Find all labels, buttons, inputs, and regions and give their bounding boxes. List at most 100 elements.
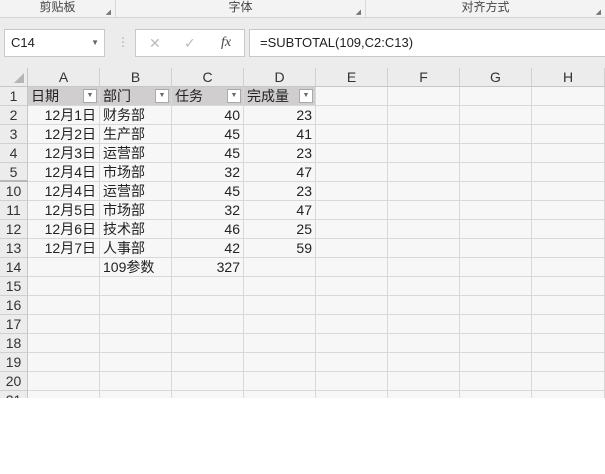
cell-date[interactable]: 12月5日 [28, 201, 100, 220]
cell[interactable] [388, 277, 460, 296]
cell[interactable] [460, 277, 532, 296]
cell-dept[interactable]: 市场部 [100, 163, 172, 182]
column-header-F[interactable]: F [388, 68, 460, 87]
cell[interactable] [460, 391, 532, 398]
cell[interactable] [172, 315, 244, 334]
cell[interactable] [388, 334, 460, 353]
header-cell[interactable]: 完成量 ▼ [244, 87, 316, 106]
cell-dept[interactable]: 运营部 [100, 182, 172, 201]
row-header[interactable]: 21 [0, 391, 28, 398]
cell[interactable] [460, 87, 532, 106]
cell[interactable] [316, 239, 388, 258]
cell[interactable] [316, 220, 388, 239]
cell-done[interactable]: 25 [244, 220, 316, 239]
spreadsheet-grid[interactable]: A B C D E F G H 1 日期 ▼ 部门 ▼ 任务 ▼ 完成量 ▼ 2 12月1日 财务部 40 23 3 12月2… [0, 68, 605, 398]
cell[interactable] [316, 296, 388, 315]
cell[interactable] [172, 372, 244, 391]
row-header[interactable]: 20 [0, 372, 28, 391]
cell[interactable] [100, 277, 172, 296]
cell-done[interactable]: 47 [244, 163, 316, 182]
cell[interactable] [172, 277, 244, 296]
cell[interactable] [460, 220, 532, 239]
cell-dept[interactable]: 技术部 [100, 220, 172, 239]
cell[interactable] [388, 106, 460, 125]
cell-done[interactable]: 59 [244, 239, 316, 258]
column-header-A[interactable]: A [28, 68, 100, 87]
cell[interactable] [316, 163, 388, 182]
row-header[interactable]: 15 [0, 277, 28, 296]
cell[interactable] [316, 372, 388, 391]
name-box[interactable]: C14 ▼ [4, 29, 105, 57]
cell[interactable] [388, 296, 460, 315]
cell[interactable] [532, 391, 605, 398]
cell[interactable] [388, 201, 460, 220]
cell[interactable] [460, 239, 532, 258]
cell-task[interactable]: 40 [172, 106, 244, 125]
column-header-D[interactable]: D [244, 68, 316, 87]
cell-done[interactable]: 23 [244, 144, 316, 163]
row-header[interactable]: 11 [0, 201, 28, 220]
cell[interactable] [28, 334, 100, 353]
cell[interactable] [244, 277, 316, 296]
cell[interactable] [460, 163, 532, 182]
cell[interactable] [388, 163, 460, 182]
cell-task[interactable]: 32 [172, 163, 244, 182]
cell[interactable] [532, 163, 605, 182]
drag-handle-icon[interactable]: ⋮ [117, 35, 129, 49]
cell[interactable] [28, 277, 100, 296]
row-header[interactable]: 19 [0, 353, 28, 372]
cell[interactable] [460, 296, 532, 315]
column-header-E[interactable]: E [316, 68, 388, 87]
cell[interactable] [532, 296, 605, 315]
cell[interactable] [28, 353, 100, 372]
chevron-down-icon[interactable]: ▼ [91, 30, 99, 56]
row-header[interactable]: 18 [0, 334, 28, 353]
header-cell[interactable]: 任务 ▼ [172, 87, 244, 106]
cell-dept[interactable]: 运营部 [100, 144, 172, 163]
cell[interactable] [100, 391, 172, 398]
cell[interactable] [316, 125, 388, 144]
cell[interactable] [388, 239, 460, 258]
cell[interactable] [244, 315, 316, 334]
cell[interactable] [316, 391, 388, 398]
cell[interactable] [316, 144, 388, 163]
cell[interactable] [532, 182, 605, 201]
cell-task[interactable]: 32 [172, 201, 244, 220]
row-header[interactable]: 10 [0, 182, 28, 201]
cell[interactable] [532, 353, 605, 372]
cell[interactable] [460, 201, 532, 220]
cell[interactable] [388, 353, 460, 372]
cell[interactable] [172, 391, 244, 398]
cell[interactable] [388, 315, 460, 334]
insert-function-icon[interactable]: fx [221, 35, 231, 51]
cell[interactable] [460, 182, 532, 201]
column-header-C[interactable]: C [172, 68, 244, 87]
cell[interactable] [460, 353, 532, 372]
cell[interactable] [532, 334, 605, 353]
check-icon[interactable]: ✓ [184, 35, 196, 52]
cell[interactable] [532, 315, 605, 334]
cell[interactable] [388, 182, 460, 201]
cell[interactable] [28, 296, 100, 315]
cell[interactable] [316, 315, 388, 334]
row-header[interactable]: 4 [0, 144, 28, 163]
cell[interactable] [244, 391, 316, 398]
cell[interactable] [28, 372, 100, 391]
filter-dropdown-icon[interactable]: ▼ [83, 89, 97, 103]
cell[interactable] [172, 334, 244, 353]
cell[interactable] [388, 144, 460, 163]
cell-date[interactable]: 12月4日 [28, 163, 100, 182]
row-header[interactable]: 5 [0, 163, 28, 182]
cell[interactable] [244, 353, 316, 372]
cell-dept[interactable]: 109参数 [100, 258, 172, 277]
cell[interactable] [316, 277, 388, 296]
cell[interactable] [388, 258, 460, 277]
cell-date[interactable]: 12月6日 [28, 220, 100, 239]
cell[interactable] [172, 353, 244, 372]
filter-dropdown-icon[interactable]: ▼ [299, 89, 313, 103]
cell[interactable] [532, 201, 605, 220]
cell[interactable] [100, 353, 172, 372]
cell[interactable] [532, 125, 605, 144]
cell-dept[interactable]: 市场部 [100, 201, 172, 220]
row-header[interactable]: 17 [0, 315, 28, 334]
